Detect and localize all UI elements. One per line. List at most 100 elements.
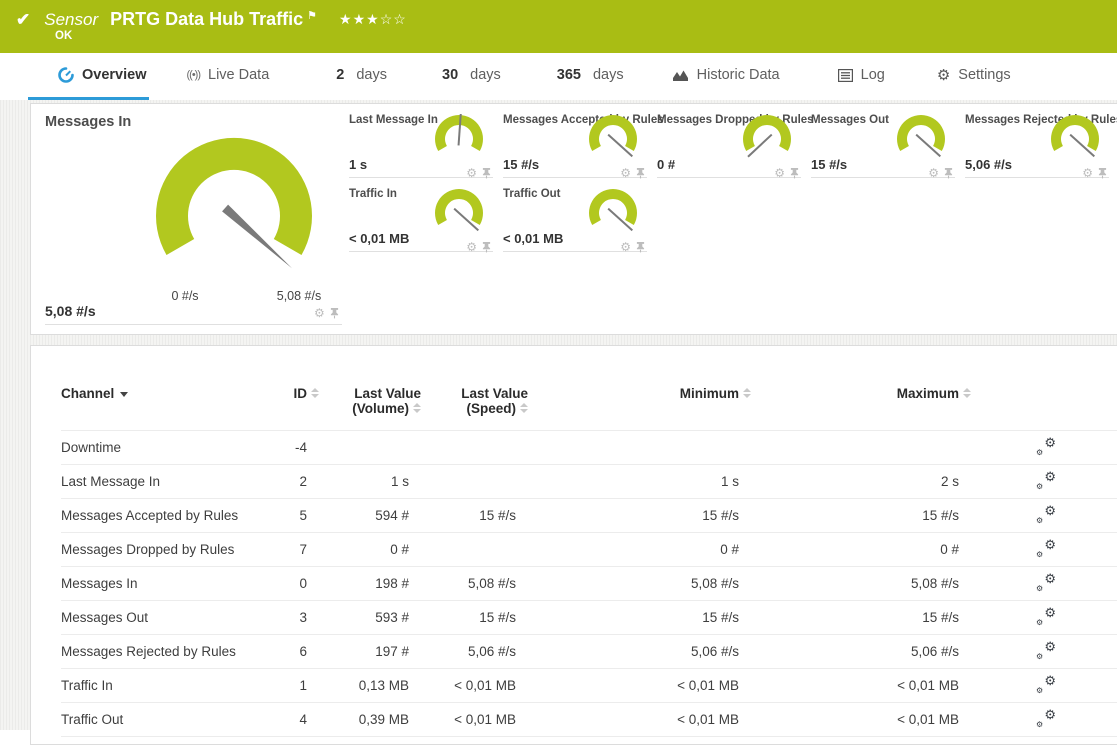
tab-2-days[interactable]: 2 days: [336, 53, 387, 100]
tab-label: Live Data: [208, 67, 269, 83]
primary-gauge-max-label: 5,08 #/s: [254, 289, 344, 303]
tab-live-data[interactable]: ((•)) Live Data: [187, 53, 270, 100]
column-header-last-value-speed[interactable]: Last Value (Speed): [421, 386, 528, 431]
cell-channel: Last Message In: [61, 465, 261, 499]
gauge-card-actions: ⚙: [466, 166, 491, 180]
channel-settings-icon[interactable]: ⚙⚙: [1036, 607, 1056, 625]
page-background: Messages In 0 #/s 5,08 #/s 5,08 #/s ⚙ La…: [0, 100, 1117, 730]
gear-icon[interactable]: ⚙: [1082, 166, 1093, 180]
cell-actions: ⚙⚙: [971, 465, 1117, 499]
gauge-card: Messages Accepted by Rules 15 #/s ⚙: [503, 114, 647, 178]
tab-365-days[interactable]: 365 days: [557, 53, 624, 100]
column-header-minimum[interactable]: Minimum: [528, 386, 751, 431]
cell-channel: Traffic In: [61, 669, 261, 703]
column-header-id[interactable]: ID: [261, 386, 319, 431]
sort-icon[interactable]: [963, 388, 971, 398]
gear-icon[interactable]: ⚙: [314, 306, 325, 320]
cell-channel: Messages Accepted by Rules: [61, 499, 261, 533]
tab-settings[interactable]: ⚙ Settings: [937, 53, 1011, 100]
table-row[interactable]: Messages In 0 198 # 5,08 #/s 5,08 #/s 5,…: [61, 567, 1117, 601]
status-badge: OK: [55, 30, 72, 42]
tab-historic-data[interactable]: Historic Data: [672, 53, 780, 100]
channel-settings-icon[interactable]: ⚙⚙: [1036, 471, 1056, 489]
cell-minimum: < 0,01 MB: [528, 703, 751, 737]
channel-settings-icon[interactable]: ⚙⚙: [1036, 505, 1056, 523]
pin-icon[interactable]: [636, 241, 645, 253]
channel-settings-icon[interactable]: ⚙⚙: [1036, 573, 1056, 591]
sort-icon[interactable]: [413, 403, 421, 413]
tab-bar: Overview ((•)) Live Data 2 days 30 days …: [0, 53, 1117, 100]
tab-30-days[interactable]: 30 days: [442, 53, 501, 100]
cell-id: 1: [261, 669, 319, 703]
channel-settings-icon[interactable]: ⚙⚙: [1036, 641, 1056, 659]
sort-caret-icon: [120, 392, 128, 397]
cell-maximum: 2 s: [751, 465, 971, 499]
cell-actions: ⚙⚙: [971, 533, 1117, 567]
table-row[interactable]: Last Message In 2 1 s 1 s 2 s ⚙⚙: [61, 465, 1117, 499]
tab-overview[interactable]: Overview: [28, 53, 149, 100]
sort-icon[interactable]: [520, 403, 528, 413]
pin-icon[interactable]: [330, 307, 339, 319]
cell-actions: ⚙⚙: [971, 703, 1117, 737]
pin-icon[interactable]: [1098, 167, 1107, 179]
tab-log[interactable]: Log: [838, 53, 885, 100]
stars-empty[interactable]: ☆☆: [380, 11, 407, 27]
cell-maximum: < 0,01 MB: [751, 703, 971, 737]
cell-actions: ⚙⚙: [971, 567, 1117, 601]
priority-stars[interactable]: ★★★☆☆: [339, 11, 407, 28]
column-header-actions: [971, 386, 1117, 431]
gauge-card: Messages Out 15 #/s ⚙: [811, 114, 955, 178]
column-header-last-value-volume[interactable]: Last Value (Volume): [319, 386, 421, 431]
column-header-maximum[interactable]: Maximum: [751, 386, 971, 431]
gear-icon[interactable]: ⚙: [620, 240, 631, 254]
gear-icon[interactable]: ⚙: [774, 166, 785, 180]
cell-channel: Traffic Out: [61, 703, 261, 737]
gauge-value: 1 s: [349, 157, 367, 172]
broadcast-icon: ((•)): [187, 69, 201, 81]
table-row[interactable]: Messages Accepted by Rules 5 594 # 15 #/…: [61, 499, 1117, 533]
table-row[interactable]: Messages Dropped by Rules 7 0 # 0 # 0 # …: [61, 533, 1117, 567]
cell-id: 4: [261, 703, 319, 737]
cell-maximum: 15 #/s: [751, 499, 971, 533]
cell-last-value-volume: 197 #: [319, 635, 421, 669]
table-row[interactable]: Traffic Out 4 0,39 MB < 0,01 MB < 0,01 M…: [61, 703, 1117, 737]
sort-icon[interactable]: [311, 388, 319, 398]
pin-icon[interactable]: [790, 167, 799, 179]
pin-icon[interactable]: [636, 167, 645, 179]
cell-actions: ⚙⚙: [971, 669, 1117, 703]
channel-settings-icon[interactable]: ⚙⚙: [1036, 539, 1056, 557]
cell-last-value-speed: [421, 431, 528, 465]
page-title: PRTG Data Hub Traffic: [110, 9, 303, 30]
primary-gauge-dial: [119, 106, 349, 301]
gear-icon[interactable]: ⚙: [620, 166, 631, 180]
sort-icon[interactable]: [743, 388, 751, 398]
pin-icon[interactable]: [482, 167, 491, 179]
cell-minimum: 1 s: [528, 465, 751, 499]
channel-settings-icon[interactable]: ⚙⚙: [1036, 675, 1056, 693]
channel-settings-icon[interactable]: ⚙⚙: [1036, 437, 1056, 455]
cell-minimum: 15 #/s: [528, 499, 751, 533]
gear-icon[interactable]: ⚙: [466, 166, 477, 180]
tab-label-number: 30: [442, 67, 458, 83]
gear-icon: ⚙: [937, 66, 950, 84]
pin-icon[interactable]: [482, 241, 491, 253]
pin-icon[interactable]: [944, 167, 953, 179]
table-row[interactable]: Traffic In 1 0,13 MB < 0,01 MB < 0,01 MB…: [61, 669, 1117, 703]
table-row[interactable]: Messages Out 3 593 # 15 #/s 15 #/s 15 #/…: [61, 601, 1117, 635]
cell-id: 3: [261, 601, 319, 635]
gear-icon[interactable]: ⚙: [928, 166, 939, 180]
cell-last-value-speed: 15 #/s: [421, 601, 528, 635]
gauge-card-actions: ⚙: [928, 166, 953, 180]
column-header-channel[interactable]: Channel: [61, 386, 261, 431]
gauge-tab-icon: [58, 67, 74, 83]
cell-last-value-volume: 1 s: [319, 465, 421, 499]
cell-actions: ⚙⚙: [971, 601, 1117, 635]
table-row[interactable]: Messages Rejected by Rules 6 197 # 5,06 …: [61, 635, 1117, 669]
gear-icon[interactable]: ⚙: [466, 240, 477, 254]
flag-icon[interactable]: ⚑: [307, 9, 317, 22]
stars-filled[interactable]: ★★★: [339, 11, 380, 27]
channel-settings-icon[interactable]: ⚙⚙: [1036, 709, 1056, 727]
cell-maximum: 0 #: [751, 533, 971, 567]
gauge-value: 15 #/s: [811, 157, 847, 172]
table-row[interactable]: Downtime -4 ⚙⚙: [61, 431, 1117, 465]
